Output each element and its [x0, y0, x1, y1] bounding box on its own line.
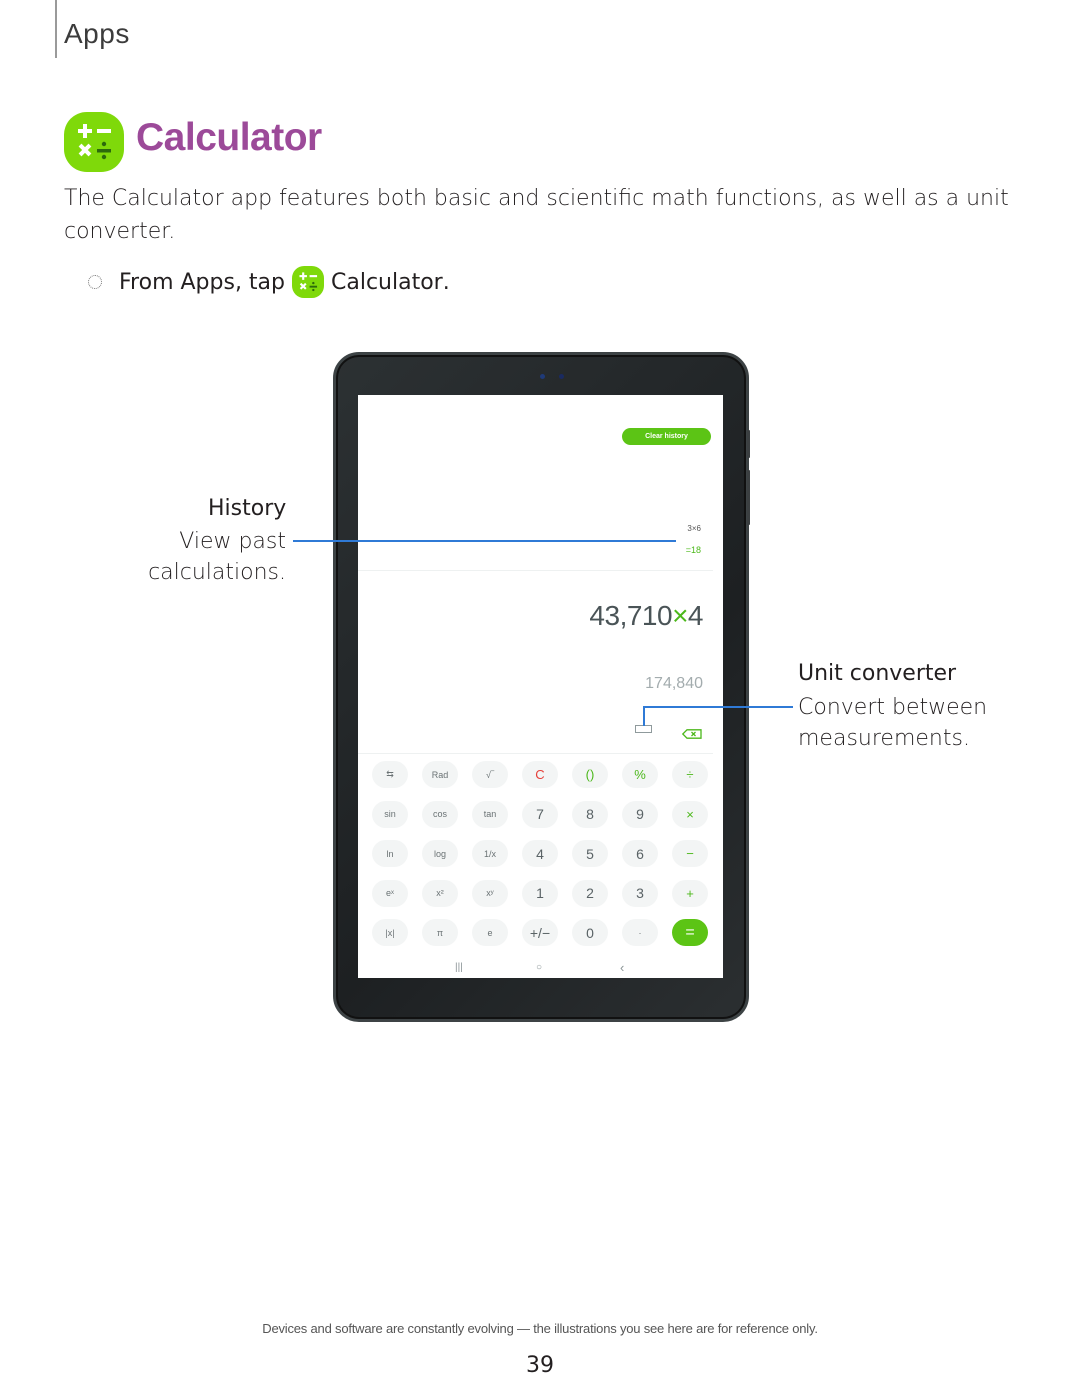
key-[interactable]: () — [572, 761, 608, 788]
home-icon[interactable]: ○ — [536, 962, 542, 973]
key-[interactable]: + — [672, 879, 708, 907]
history-result[interactable]: =18 — [686, 545, 701, 555]
page-number: 39 — [526, 1353, 554, 1378]
key-2[interactable]: 2 — [572, 879, 608, 907]
switch-icon[interactable]: ⇆ — [372, 761, 408, 788]
input-number: 43,710 — [589, 600, 673, 631]
section-label: Apps — [64, 18, 130, 49]
unit-converter-leader-line — [643, 706, 793, 708]
keypad-divider — [358, 753, 713, 754]
key-e[interactable]: eˣ — [372, 879, 408, 907]
history-leader-line — [293, 540, 676, 542]
key-tan[interactable]: tan — [472, 800, 508, 828]
key-5[interactable]: 5 — [572, 840, 608, 867]
key-x[interactable]: |x| — [372, 919, 408, 946]
key-[interactable]: ÷ — [672, 761, 708, 788]
key-[interactable]: +/− — [522, 919, 558, 946]
key-x[interactable]: xʸ — [472, 879, 508, 907]
input-operand: 4 — [687, 600, 704, 631]
clear-history-button[interactable]: Clear history — [622, 428, 711, 445]
key-log[interactable]: log — [422, 840, 458, 867]
recents-icon[interactable]: ||| — [455, 962, 463, 973]
footer-disclaimer: Devices and software are constantly evol… — [262, 1321, 818, 1336]
unit-converter-leader-drop — [643, 706, 645, 726]
calculator-app-icon — [64, 112, 124, 172]
unit-converter-callout-title: Unit converter — [798, 661, 957, 686]
ruler-icon[interactable] — [635, 725, 652, 733]
key-[interactable]: = — [672, 919, 708, 946]
key-[interactable]: % — [622, 761, 658, 788]
history-callout-line2: calculations. — [148, 560, 286, 585]
unit-converter-callout-line1: Convert between — [798, 695, 988, 720]
page-title: Calculator — [136, 116, 322, 159]
history-divider — [358, 570, 713, 571]
preview-result: 174,840 — [645, 675, 703, 692]
calculator-screen: Clear history 3×6 =18 43,710×4 174,840 ⇆… — [358, 395, 723, 978]
history-callout-line1: View past — [179, 529, 286, 554]
key-[interactable]: π — [422, 919, 458, 946]
key-sin[interactable]: sin — [372, 800, 408, 828]
key-[interactable]: √‾ — [472, 761, 508, 788]
step-prefix: From Apps, tap — [119, 269, 285, 295]
navigation-bar: ||| ○ ‹ — [358, 960, 723, 978]
key-9[interactable]: 9 — [622, 800, 658, 828]
step-app-name: Calculator — [331, 269, 443, 295]
step-suffix: . — [442, 269, 450, 295]
sensor-icon — [540, 374, 545, 379]
key-ln[interactable]: ln — [372, 840, 408, 867]
back-icon[interactable]: ‹ — [620, 960, 624, 975]
key-[interactable]: × — [672, 800, 708, 828]
key-0[interactable]: 0 — [572, 919, 608, 946]
backspace-icon[interactable] — [681, 724, 702, 739]
unit-converter-callout-line2: measurements. — [798, 726, 970, 751]
key-e[interactable]: e — [472, 919, 508, 946]
intro-paragraph: The Calculator app features both basic a… — [64, 186, 1009, 244]
key-4[interactable]: 4 — [522, 840, 558, 867]
front-camera-icon — [559, 374, 564, 379]
key-rad[interactable]: Rad — [422, 761, 458, 788]
key-x[interactable]: x² — [422, 879, 458, 907]
key-6[interactable]: 6 — [622, 840, 658, 867]
history-expression[interactable]: 3×6 — [687, 524, 701, 533]
key-[interactable]: · — [622, 919, 658, 946]
key-c[interactable]: C — [522, 761, 558, 788]
history-callout-title: History — [208, 496, 287, 521]
volume-button — [747, 430, 750, 458]
section-divider — [55, 0, 57, 58]
input-operator: × — [672, 600, 688, 631]
key-8[interactable]: 8 — [572, 800, 608, 828]
key-3[interactable]: 3 — [622, 879, 658, 907]
input-expression[interactable]: 43,710×4 — [589, 600, 703, 632]
calculator-app-icon — [292, 266, 324, 298]
power-button — [747, 470, 750, 525]
key-1x[interactable]: 1/x — [472, 840, 508, 867]
instruction-step: From Apps, tap Calculator . — [88, 266, 450, 298]
step-bullet-icon — [88, 275, 102, 289]
key-7[interactable]: 7 — [522, 800, 558, 828]
key-1[interactable]: 1 — [522, 879, 558, 907]
key-cos[interactable]: cos — [422, 800, 458, 828]
key-[interactable]: − — [672, 840, 708, 867]
